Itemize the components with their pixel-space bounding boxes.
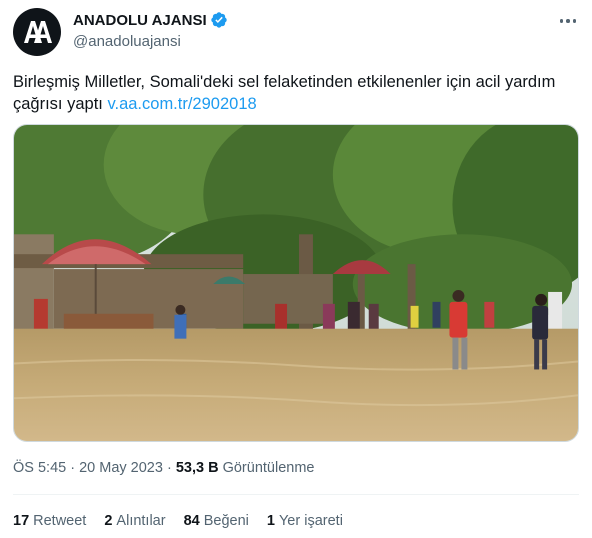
engagement-stats: 17 Retweet 2 Alıntılar 84 Beğeni 1 Yer işare…	[13, 513, 343, 529]
tweet-time[interactable]: ÖS 5:45	[13, 460, 66, 476]
author-handle[interactable]: @anadoluajansi	[73, 33, 181, 50]
views-label: Görüntülenme	[218, 460, 315, 476]
tweet-card: ANADOLU AJANSI @anadoluajansi Birleşmiş …	[0, 0, 592, 538]
retweets-label: Retweet	[33, 513, 87, 529]
quotes-count: 2	[104, 513, 113, 529]
quotes-stat[interactable]: 2 Alıntılar	[104, 513, 165, 529]
retweets-stat[interactable]: 17 Retweet	[13, 513, 86, 529]
tweet-media[interactable]	[13, 124, 579, 442]
meta-separator: ·	[162, 460, 176, 476]
retweets-count: 17	[13, 513, 30, 529]
author-name-row[interactable]: ANADOLU AJANSI	[73, 11, 228, 29]
dot-icon	[559, 19, 564, 23]
likes-count: 84	[183, 513, 200, 529]
more-options-button[interactable]	[556, 12, 580, 30]
tweet-meta: ÖS 5:45 · 20 May 2023 · 53,3 B Görüntüle…	[13, 460, 314, 476]
flooded-street-photo	[14, 125, 578, 441]
tweet-text: Birleşmiş Milletler, Somali'deki sel fel…	[13, 71, 573, 115]
quotes-label: Alıntılar	[116, 513, 166, 529]
tweet-link[interactable]: v.aa.com.tr/2902018	[107, 95, 256, 113]
dot-icon	[566, 19, 570, 23]
views-count: 53,3 B	[175, 460, 219, 476]
avatar[interactable]	[13, 8, 61, 56]
tweet-date[interactable]: 20 May 2023	[79, 460, 163, 476]
likes-stat[interactable]: 84 Beğeni	[184, 513, 249, 529]
divider	[13, 494, 579, 495]
bookmarks-label: Yer işareti	[278, 513, 343, 529]
verified-badge-icon	[210, 12, 227, 28]
meta-separator: ·	[66, 460, 80, 476]
tweet-body: Birleşmiş Milletler, Somali'deki sel fel…	[13, 73, 556, 113]
author-display-name[interactable]: ANADOLU AJANSI	[73, 12, 207, 29]
bookmarks-count: 1	[266, 513, 275, 529]
anadolu-logo-icon	[24, 21, 52, 43]
bookmarks-stat[interactable]: 1 Yer işareti	[267, 513, 343, 529]
likes-label: Beğeni	[203, 513, 249, 529]
dot-icon	[572, 19, 577, 23]
